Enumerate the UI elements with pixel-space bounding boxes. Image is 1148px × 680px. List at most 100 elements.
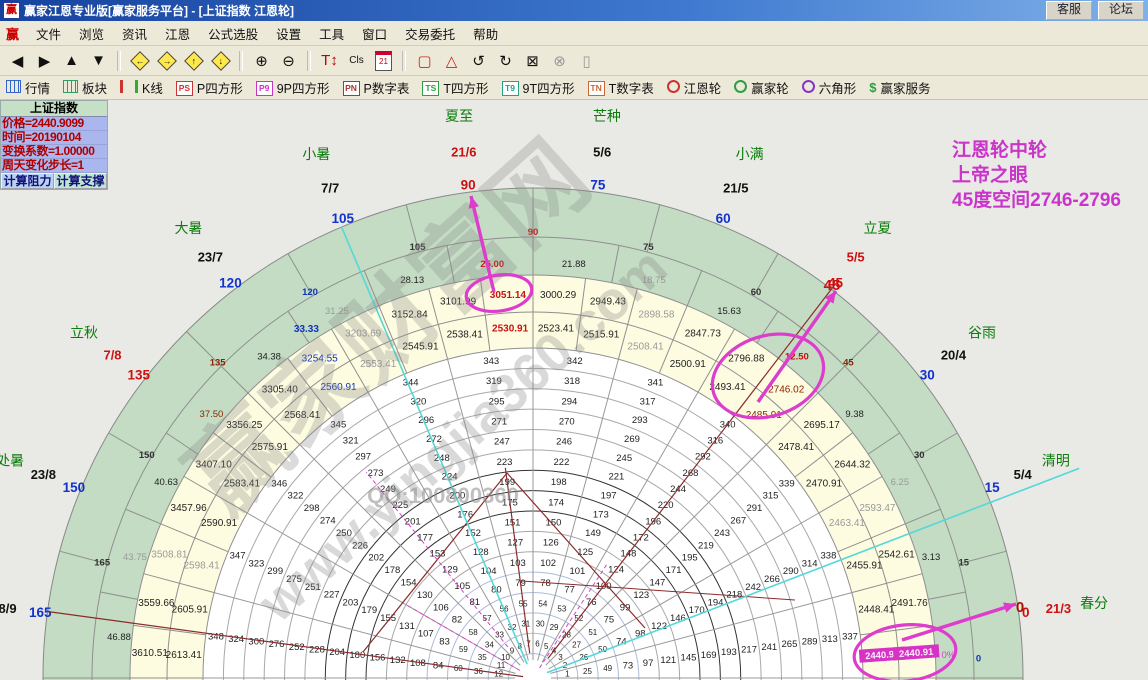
- trash-icon[interactable]: ▯: [574, 49, 599, 73]
- panel-row-2: 变换系数=1.00000: [1, 145, 107, 159]
- zoom-out-icon[interactable]: ⊖: [276, 49, 301, 73]
- tool-p-table[interactable]: PNP数字表: [343, 78, 410, 97]
- forward-icon[interactable]: ▶: [32, 49, 57, 73]
- calc-support-button[interactable]: 计算支撑: [54, 173, 107, 189]
- svg-text:321: 321: [343, 435, 359, 446]
- svg-text:21/3: 21/3: [1046, 601, 1071, 616]
- calendar-icon[interactable]: 21: [371, 49, 396, 73]
- menu-item-文件[interactable]: 文件: [27, 22, 70, 45]
- menu-item-浏览[interactable]: 浏览: [70, 22, 113, 45]
- time-updown-icon[interactable]: T↕: [317, 49, 342, 73]
- svg-text:204: 204: [329, 647, 345, 658]
- svg-text:2463.41: 2463.41: [829, 518, 866, 529]
- svg-text:2500.91: 2500.91: [670, 359, 707, 370]
- svg-text:297: 297: [355, 452, 371, 463]
- svg-text:49: 49: [603, 664, 612, 673]
- svg-text:314: 314: [802, 558, 818, 569]
- menu-item-交易委托[interactable]: 交易委托: [396, 22, 464, 45]
- app-icon-small: 赢: [6, 24, 19, 43]
- svg-text:2590.91: 2590.91: [201, 518, 238, 529]
- svg-text:203: 203: [343, 597, 359, 608]
- svg-text:2568.41: 2568.41: [284, 410, 321, 421]
- tool-9t-square[interactable]: T99T四方形: [502, 78, 575, 97]
- menu-item-帮助[interactable]: 帮助: [464, 22, 507, 45]
- rotate-cw-icon[interactable]: ↻: [493, 49, 518, 73]
- tool-kline[interactable]: K线: [120, 78, 163, 97]
- p-table-icon: PN: [343, 80, 360, 96]
- svg-text:154: 154: [401, 578, 417, 589]
- tool-gann-wheel[interactable]: 江恩轮: [667, 78, 722, 97]
- tool-winner-service[interactable]: $赢家服务: [869, 78, 930, 97]
- instrument-panel: 上证指数 价格=2440.9099时间=20190104变换系数=1.00000…: [0, 100, 108, 190]
- svg-text:219: 219: [698, 540, 714, 551]
- svg-text:2847.73: 2847.73: [685, 329, 722, 340]
- support-button[interactable]: 客服: [1046, 1, 1092, 20]
- fit-box-icon[interactable]: ⊠: [520, 49, 545, 73]
- toolbar-separator: [239, 51, 243, 71]
- svg-text:291: 291: [746, 503, 762, 514]
- svg-text:150: 150: [63, 480, 86, 495]
- svg-text:45: 45: [824, 277, 841, 294]
- zoom-in-icon[interactable]: ⊕: [249, 49, 274, 73]
- p-square-icon: PS: [176, 80, 193, 96]
- tool-p-square[interactable]: PSP四方形: [176, 78, 243, 97]
- forum-button[interactable]: 论坛: [1098, 1, 1144, 20]
- menu-item-公式选股[interactable]: 公式选股: [199, 22, 267, 45]
- svg-text:20/4: 20/4: [941, 347, 967, 362]
- hexagon-icon: [802, 80, 815, 96]
- rect-tool-icon[interactable]: ▢: [412, 49, 437, 73]
- svg-text:2491.76: 2491.76: [892, 598, 929, 609]
- menu-item-江恩[interactable]: 江恩: [156, 22, 199, 45]
- menu-item-设置[interactable]: 设置: [267, 22, 310, 45]
- tool-quotes[interactable]: 行情: [6, 78, 50, 97]
- svg-text:97: 97: [643, 658, 654, 669]
- tool-t-square[interactable]: TST四方形: [422, 78, 488, 97]
- p-square-label: P四方形: [197, 78, 243, 97]
- pan-left-icon[interactable]: ←: [127, 49, 152, 73]
- tool-t-table[interactable]: TNT数字表: [588, 78, 654, 97]
- menu-item-窗口[interactable]: 窗口: [353, 22, 396, 45]
- back-icon[interactable]: ◀: [5, 49, 30, 73]
- svg-text:大暑: 大暑: [174, 220, 202, 236]
- tool-winner-wheel[interactable]: 赢家轮: [734, 78, 789, 97]
- clear-icon[interactable]: ⊗: [547, 49, 572, 73]
- svg-text:298: 298: [304, 503, 320, 514]
- svg-text:30: 30: [920, 367, 935, 382]
- svg-text:3: 3: [558, 653, 563, 662]
- svg-text:15.63: 15.63: [717, 306, 741, 317]
- tool-9p-square[interactable]: P99P四方形: [256, 78, 330, 97]
- rotate-ccw-icon[interactable]: ↺: [466, 49, 491, 73]
- pan-down-icon[interactable]: ↓: [208, 49, 233, 73]
- svg-text:27: 27: [572, 641, 581, 650]
- svg-text:谷雨: 谷雨: [968, 324, 996, 340]
- svg-text:120: 120: [219, 276, 242, 291]
- tool-sectors[interactable]: 板块: [63, 78, 107, 97]
- t-table-icon: TN: [588, 80, 605, 96]
- 9p-square-label: 9P四方形: [277, 78, 330, 97]
- titlebar-buttons: 客服论坛: [1040, 1, 1144, 20]
- svg-text:2448.41: 2448.41: [858, 605, 895, 616]
- peak-up-icon[interactable]: ▲: [59, 49, 84, 73]
- cls-icon[interactable]: Cls: [344, 49, 369, 73]
- svg-text:3559.66: 3559.66: [138, 598, 175, 609]
- svg-text:夏至: 夏至: [445, 108, 473, 124]
- menu-item-工具[interactable]: 工具: [310, 22, 353, 45]
- annotation-line-3: 45度空间2746-2796: [952, 188, 1121, 213]
- svg-text:3508.81: 3508.81: [151, 550, 188, 561]
- svg-text:21.88: 21.88: [562, 259, 586, 270]
- svg-text:339: 339: [779, 478, 795, 489]
- gann-wheel-label: 江恩轮: [684, 78, 722, 97]
- pan-right-icon[interactable]: →: [154, 49, 179, 73]
- menu-item-资讯[interactable]: 资讯: [113, 22, 156, 45]
- triangle-tool-icon[interactable]: △: [439, 49, 464, 73]
- svg-text:60: 60: [751, 287, 762, 298]
- gann-wheel-canvas[interactable]: 1234567891011122526272829303132333435364…: [0, 0, 1148, 680]
- svg-text:179: 179: [361, 605, 377, 616]
- tool-hexagon[interactable]: 六角形: [802, 78, 857, 97]
- svg-text:2493.41: 2493.41: [709, 382, 746, 393]
- pan-up-icon[interactable]: ↑: [181, 49, 206, 73]
- toolbar-tools: 行情板块 K线 PSP四方形 P99P四方形 PNP数字表 TST四方形 T99T四方形 TN…: [0, 76, 1148, 100]
- peak-down-icon[interactable]: ▼: [86, 49, 111, 73]
- calc-resistance-button[interactable]: 计算阻力: [1, 173, 54, 189]
- svg-text:245: 245: [616, 453, 632, 464]
